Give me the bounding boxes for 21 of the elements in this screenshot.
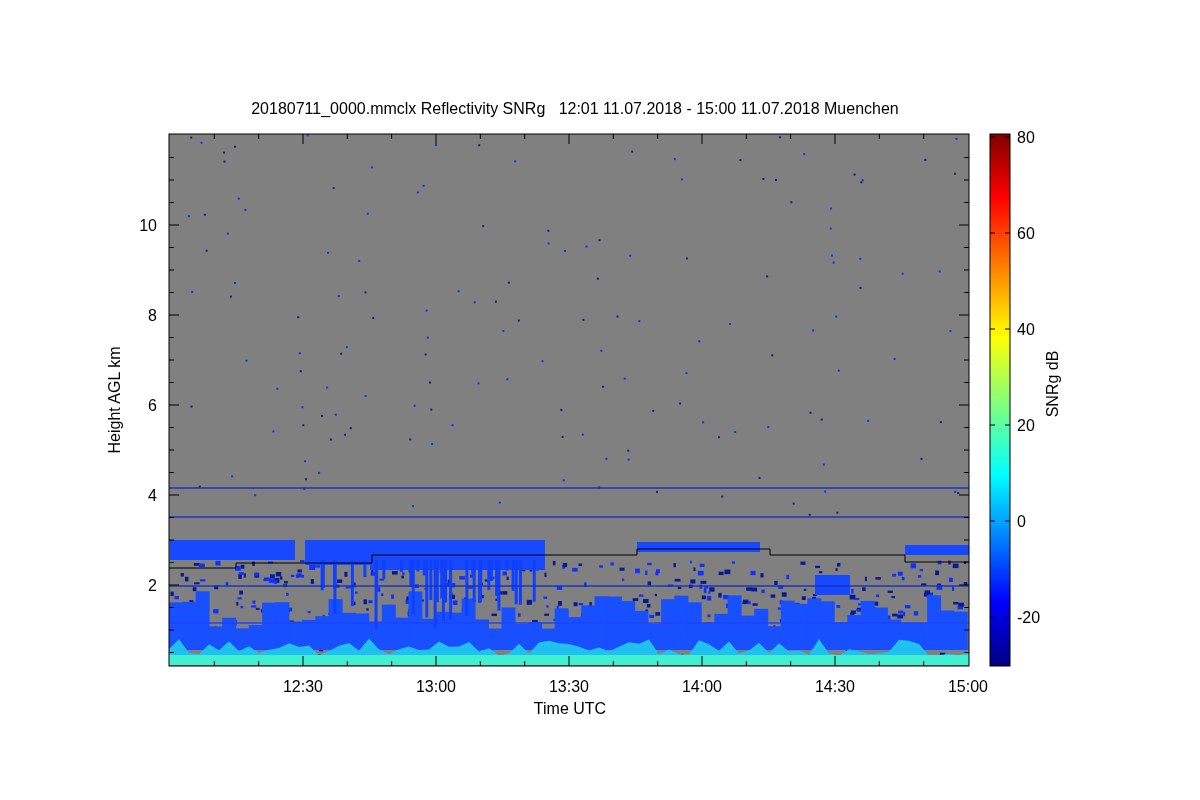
x-tick-label: 13:30	[549, 678, 589, 695]
colorbar-title: SNRg dB	[1044, 350, 1061, 418]
y-tick-label: 6	[148, 397, 157, 414]
y-axis-title: Height AGL km	[106, 346, 123, 454]
colorbar-tick-label: 80	[1017, 129, 1035, 146]
x-tick-label: 14:00	[682, 678, 722, 695]
y-tick-label: 4	[148, 487, 157, 504]
y-tick-label: 2	[148, 577, 157, 594]
y-tick-label: 10	[139, 217, 157, 234]
x-tick-label: 12:30	[283, 678, 323, 695]
chart-title: 20180711_0000.mmclx Reflectivity SNRg 12:01 11.07.2018 - 15:00 11.07.2018 Muenchen	[251, 100, 899, 117]
colorbar-tick-label: 40	[1017, 321, 1035, 338]
colorbar-tick-label: 20	[1017, 417, 1035, 434]
colorbar-tick-label: 60	[1017, 225, 1035, 242]
x-tick-label: 15:00	[948, 678, 988, 695]
colorbar-tick-label: 0	[1017, 513, 1026, 530]
x-axis-title: Time UTC	[533, 700, 607, 717]
y-tick-label: 8	[148, 307, 157, 324]
x-tick-label: 13:00	[416, 678, 456, 695]
colorbar-tick-label: -20	[1017, 609, 1041, 626]
x-tick-label: 14:30	[815, 678, 855, 695]
